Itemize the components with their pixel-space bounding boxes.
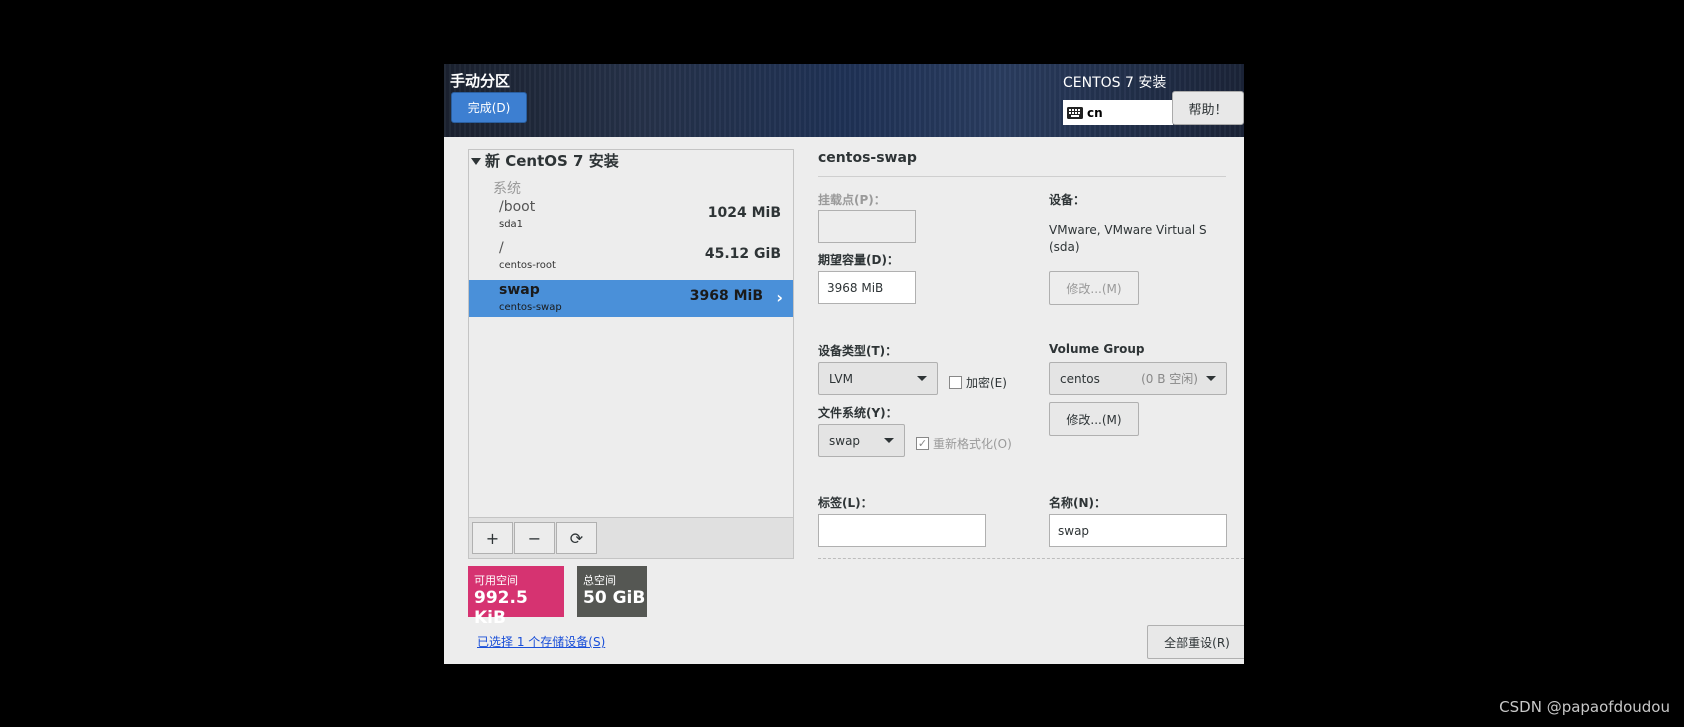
partition-device: sda1 — [499, 219, 524, 230]
partition-name: swap — [499, 282, 540, 298]
filesystem-select[interactable]: swap — [818, 424, 905, 457]
partition-name: / — [499, 240, 504, 256]
available-space-label: 可用空间 — [474, 574, 518, 587]
keyboard-layout-label: cn — [1087, 105, 1103, 120]
mount-point-input[interactable] — [818, 210, 916, 243]
volume-group-select[interactable]: centos (0 B 空闲) — [1049, 362, 1227, 395]
partition-tree: 新 CentOS 7 安装 系统 /boot sda1 1024 MiB / c… — [468, 149, 794, 559]
name-label: 名称(N)： — [1049, 496, 1107, 510]
help-button[interactable]: 帮助！ — [1172, 91, 1244, 125]
reformat-label: 重新格式化(O) — [933, 437, 1012, 451]
tag-input[interactable] — [818, 514, 986, 547]
available-space-box: 可用空间 992.5 KiB — [468, 566, 564, 628]
reformat-checkbox[interactable]: ✓ 重新格式化(O) — [916, 435, 1012, 452]
partition-row[interactable]: /boot sda1 1024 MiB — [469, 197, 793, 234]
capacity-input[interactable]: 3968 MiB — [818, 271, 916, 304]
remove-partition-button[interactable]: − — [514, 522, 555, 554]
device-name: VMware, VMware Virtual S — [1049, 223, 1207, 237]
watermark-text: CSDN @papaofdoudou — [1499, 698, 1670, 716]
dropdown-arrow-icon — [917, 376, 927, 381]
volume-group-name: centos — [1060, 371, 1100, 386]
details-title: centos-swap — [818, 150, 917, 166]
partition-toolbar: + − ⟳ — [469, 517, 793, 558]
dashed-separator — [818, 558, 1244, 559]
checkbox-box[interactable] — [949, 376, 962, 389]
encrypt-label: 加密(E) — [966, 376, 1007, 390]
encrypt-checkbox[interactable]: 加密(E) — [949, 374, 1007, 391]
dropdown-arrow-icon — [1206, 376, 1216, 381]
filesystem-value: swap — [829, 433, 861, 448]
refresh-button[interactable]: ⟳ — [556, 522, 597, 554]
partition-size: 45.12 GiB — [704, 246, 781, 262]
available-space-value: 992.5 KiB — [474, 588, 528, 628]
mount-point-label: 挂载点(P)： — [818, 193, 886, 207]
name-input[interactable]: swap — [1049, 514, 1227, 547]
device-label: 设备： — [1049, 193, 1086, 207]
checkmark-icon[interactable]: ✓ — [916, 437, 929, 450]
partition-device: centos-root — [499, 260, 556, 271]
partition-size: 3968 MiB — [689, 288, 763, 304]
total-space-label: 总空间 — [583, 574, 616, 587]
device-info: VMware, VMware Virtual S (sda) — [1049, 222, 1229, 256]
tree-group-header[interactable]: 新 CentOS 7 安装 — [471, 150, 619, 171]
keyboard-icon — [1067, 106, 1083, 119]
add-partition-button[interactable]: + — [472, 522, 513, 554]
device-type-select[interactable]: LVM — [818, 362, 938, 395]
tree-category-label: 系统 — [493, 181, 521, 197]
device-id: (sda) — [1049, 240, 1080, 254]
volume-group-free: (0 B 空闲) — [1141, 372, 1198, 386]
tag-label: 标签(L)： — [818, 496, 873, 510]
done-button[interactable]: 完成(D) — [451, 92, 527, 123]
expander-down-icon[interactable] — [471, 158, 481, 165]
modify-device-button[interactable]: 修改...(M) — [1049, 271, 1139, 305]
total-space-value: 50 GiB — [583, 588, 646, 608]
device-type-value: LVM — [829, 371, 853, 386]
filesystem-label: 文件系统(Y)： — [818, 406, 898, 420]
product-title: CENTOS 7 安装 — [1063, 75, 1167, 91]
partition-size: 1024 MiB — [707, 205, 781, 221]
partition-row-selected[interactable]: swap centos-swap 3968 MiB › — [469, 280, 793, 317]
partition-device: centos-swap — [499, 302, 562, 313]
divider — [818, 176, 1226, 177]
volume-group-label: Volume Group — [1049, 342, 1145, 356]
dropdown-arrow-icon — [884, 438, 894, 443]
installer-window: 手动分区 完成(D) CENTOS 7 安装 cn 帮助！ 新 CentOS 7… — [444, 64, 1244, 664]
tree-group-label: 新 CentOS 7 安装 — [485, 152, 619, 170]
capacity-label: 期望容量(D)： — [818, 253, 899, 267]
partition-row[interactable]: / centos-root 45.12 GiB — [469, 238, 793, 275]
storage-devices-link[interactable]: 已选择 1 个存储设备(S) — [477, 633, 605, 650]
keyboard-layout-indicator[interactable]: cn — [1063, 100, 1173, 125]
partition-name: /boot — [499, 199, 536, 215]
page-title: 手动分区 — [450, 72, 511, 90]
reset-all-button[interactable]: 全部重设(R) — [1147, 625, 1244, 659]
total-space-box: 总空间 50 GiB — [577, 566, 647, 617]
chevron-right-icon: › — [776, 288, 783, 307]
modify-volume-group-button[interactable]: 修改...(M) — [1049, 402, 1139, 436]
device-type-label: 设备类型(T)： — [818, 344, 898, 358]
